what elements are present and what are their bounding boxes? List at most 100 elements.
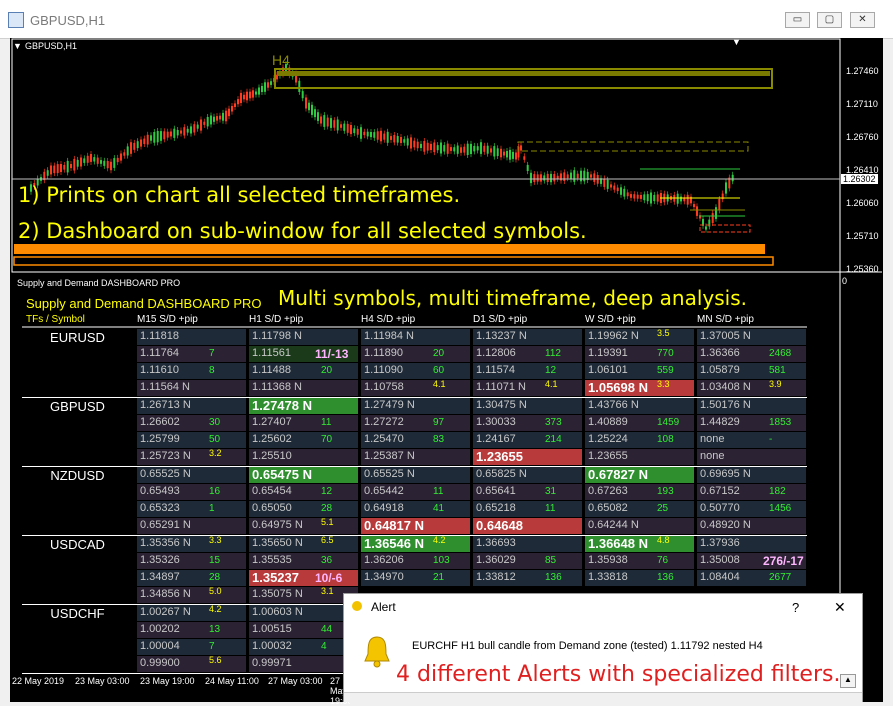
dashboard-cell[interactable]: 1.36648 N 4.8 [585,535,694,552]
dashboard-cell[interactable]: 1.08404 2677 [697,570,806,586]
dashboard-cell[interactable]: 1.05879 581 [697,363,806,379]
dashboard-cell[interactable]: 1.33812 136 [473,570,582,586]
dashboard-cell[interactable]: 1.27479 N [361,398,470,414]
dashboard-cell[interactable]: 0.99900 5.6 [137,655,246,672]
dashboard-cell[interactable]: 1.23655 [585,449,694,465]
dashboard-cell[interactable]: none [697,449,806,465]
dashboard-cell[interactable]: 1.35650 N 6.5 [249,535,358,552]
dashboard-cell[interactable]: 1.11818 [137,329,246,345]
dashboard-cell[interactable]: 1.19391 770 [585,346,694,362]
dashboard-cell[interactable]: 0.65525 N [137,467,246,483]
dashboard-cell[interactable]: 1.00603 N [249,605,358,621]
dashboard-cell[interactable]: 1.36206 103 [361,553,470,569]
dashboard-cell[interactable]: 1.11798 N [249,329,358,345]
dashboard-cell[interactable]: 1.00202 13 [137,622,246,638]
dashboard-cell[interactable]: 1.05698 N 3.3 [585,379,694,396]
dashboard-cell[interactable]: 0.64918 41 [361,501,470,517]
dashboard-cell[interactable]: 1.35008 276/-17 [697,553,806,569]
dashboard-cell[interactable]: 1.34970 21 [361,570,470,586]
dashboard-cell[interactable]: 1.11984 N [361,329,470,345]
dashboard-cell[interactable]: 1.23655 [473,449,582,465]
dashboard-cell[interactable]: 1.11890 20 [361,346,470,362]
dashboard-cell[interactable]: 1.11071 N 4.1 [473,379,582,396]
dashboard-symbol-gbpusd[interactable]: GBPUSD [22,399,133,414]
dashboard-cell[interactable]: 1.00515 44 [249,622,358,638]
dashboard-cell[interactable]: 1.35356 N 3.3 [137,535,246,552]
dashboard-cell[interactable]: 1.00032 4 [249,639,358,655]
alert-close-button[interactable]: ✕ [834,599,846,616]
dashboard-cell[interactable]: 0.65050 28 [249,501,358,517]
dashboard-cell[interactable]: 1.11561 11/-13 [249,346,358,362]
dashboard-cell[interactable]: 0.64244 N [585,518,694,534]
dashboard-cell[interactable]: 1.25470 83 [361,432,470,448]
dashboard-cell[interactable]: 1.35326 15 [137,553,246,569]
dashboard-cell[interactable]: 1.36693 [473,536,582,552]
dashboard-cell[interactable]: 1.35938 76 [585,553,694,569]
dashboard-cell[interactable]: 0.64648 [473,518,582,534]
dashboard-cell[interactable]: 1.25387 N [361,449,470,465]
dashboard-cell[interactable]: 0.65454 12 [249,484,358,500]
dashboard-cell[interactable]: 1.34856 N 5.0 [137,586,246,603]
dashboard-cell[interactable]: 1.06101 559 [585,363,694,379]
dashboard-cell[interactable]: 1.35075 N 3.1 [249,586,358,603]
dashboard-cell[interactable]: 1.35237 10/-6 [249,570,358,586]
dashboard-cell[interactable]: 0.99971 [249,656,358,672]
dashboard-cell[interactable]: 1.13237 N [473,329,582,345]
dashboard-cell[interactable]: 1.30475 N [473,398,582,414]
dashboard-cell[interactable]: 0.65218 11 [473,501,582,517]
dashboard-cell[interactable]: 1.37936 [697,536,806,552]
dashboard-cell[interactable]: 1.12806 112 [473,346,582,362]
dashboard-cell[interactable]: 1.11610 8 [137,363,246,379]
dashboard-cell[interactable]: 1.10758 4.1 [361,379,470,396]
dashboard-cell[interactable]: 0.65493 16 [137,484,246,500]
dashboard-cell[interactable]: 1.44829 1853 [697,415,806,431]
dashboard-cell[interactable]: 1.40889 1459 [585,415,694,431]
dashboard-symbol-usdcad[interactable]: USDCAD [22,537,133,552]
close-window-button[interactable]: ✕ [850,12,875,28]
dashboard-cell[interactable]: 1.11488 20 [249,363,358,379]
dashboard-cell[interactable]: 1.34897 28 [137,570,246,586]
alert-dialog[interactable]: Alert ? ✕ EURCHF H1 bull candle from Dem… [343,593,863,702]
dashboard-cell[interactable]: 1.43766 N [585,398,694,414]
dashboard-cell[interactable]: 1.25602 70 [249,432,358,448]
dashboard-cell[interactable]: 0.65641 31 [473,484,582,500]
dashboard-cell[interactable]: 1.11574 12 [473,363,582,379]
dashboard-cell[interactable]: 1.03408 N 3.9 [697,379,806,396]
dashboard-cell[interactable]: 0.65442 11 [361,484,470,500]
dashboard-cell[interactable]: 1.27272 97 [361,415,470,431]
dashboard-cell[interactable]: 0.50770 1456 [697,501,806,517]
dashboard-cell[interactable]: 1.19962 N 3.5 [585,328,694,345]
dashboard-cell[interactable]: 1.11564 N [137,380,246,396]
dashboard-cell[interactable]: 1.30033 373 [473,415,582,431]
dashboard-cell[interactable]: 1.27407 11 [249,415,358,431]
dashboard-cell[interactable]: 1.37005 N [697,329,806,345]
dashboard-cell[interactable]: 0.67827 N [585,467,694,483]
dashboard-cell[interactable]: 1.25510 [249,449,358,465]
dashboard-cell[interactable]: 0.65291 N [137,518,246,534]
dashboard-cell[interactable]: 1.27478 N [249,398,358,414]
dashboard-cell[interactable]: 0.65082 25 [585,501,694,517]
dashboard-cell[interactable]: 0.48920 N [697,518,806,534]
dashboard-cell[interactable]: 0.69695 N [697,467,806,483]
dashboard-cell[interactable]: 1.36029 85 [473,553,582,569]
alert-scroll-up-icon[interactable]: ▲ [840,674,856,688]
dashboard-cell[interactable]: 1.11090 60 [361,363,470,379]
alert-help-button[interactable]: ? [792,600,799,615]
dashboard-cell[interactable]: 0.65525 N [361,467,470,483]
dashboard-cell[interactable]: 1.11368 N [249,380,358,396]
dashboard-cell[interactable]: 1.25723 N 3.2 [137,448,246,465]
dashboard-cell[interactable]: 0.65323 1 [137,501,246,517]
minimize-button[interactable]: ▭ [785,12,810,28]
dashboard-cell[interactable]: 1.25224 108 [585,432,694,448]
dashboard-cell[interactable]: 0.65475 N [249,467,358,483]
dashboard-cell[interactable]: 1.35535 36 [249,553,358,569]
maximize-button[interactable]: ▢ [817,12,842,28]
dashboard-cell[interactable]: 1.11764 7 [137,346,246,362]
dashboard-cell[interactable]: 1.24167 214 [473,432,582,448]
dashboard-cell[interactable]: 0.67263 193 [585,484,694,500]
dashboard-symbol-nzdusd[interactable]: NZDUSD [22,468,133,483]
dashboard-cell[interactable]: 1.25799 50 [137,432,246,448]
dashboard-symbol-eurusd[interactable]: EURUSD [22,330,133,345]
dashboard-cell[interactable]: 0.64975 N 5.1 [249,517,358,534]
dashboard-cell[interactable]: none - [697,432,806,448]
